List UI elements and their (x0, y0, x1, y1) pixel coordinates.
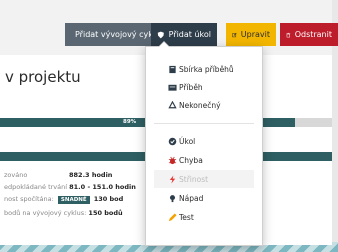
difficulty-badge: SNADNÉ (57, 196, 90, 204)
stat-row: nost spočítána: SNADNÉ 130 bod (4, 195, 123, 204)
menu-item-label: Test (179, 212, 194, 222)
progress-label: 89% (123, 119, 137, 125)
menu-item-label: Příběh (179, 82, 203, 92)
trash-icon (286, 32, 291, 37)
bug-icon (168, 156, 177, 164)
stat-value: 130 bod (93, 195, 124, 203)
stat-label: zováno (4, 171, 28, 179)
stat-label: bodů na vývojový cyklus: (4, 209, 87, 217)
menu-item-bug[interactable]: Chyba (154, 151, 254, 169)
delete-label: Odstranit (294, 30, 332, 39)
shield-check-icon (157, 31, 164, 38)
stat-value: 150 bodů (88, 209, 123, 217)
menu-item-label: Nekonečný (179, 100, 221, 110)
stat-value: 81.0 - 151.0 hodin (69, 183, 136, 191)
page-title: v projektu (5, 68, 81, 86)
pencil-icon (168, 212, 177, 221)
menu-item-label: Nápad (179, 193, 204, 203)
stat-label: edpokládané trvání (4, 183, 68, 191)
menu-item-label: Úkol (179, 136, 196, 146)
menu-item-test[interactable]: Test (154, 208, 254, 226)
edit-label: Upravit (240, 30, 270, 39)
delete-button[interactable]: Odstranit (280, 23, 338, 46)
stat-value: 882.3 hodin (69, 171, 113, 179)
menu-item-infinite[interactable]: Nekonečný (154, 96, 254, 114)
edit-button[interactable]: Upravit (226, 23, 276, 46)
menu-item-story[interactable]: Příběh (154, 78, 254, 96)
menu-item-label: Střinost (179, 174, 209, 184)
check-circle-icon (168, 137, 177, 145)
add-task-dropdown: Sbírka příběhů Příběh Nekonečný Úkol Chy… (145, 41, 263, 246)
menu-item-story-collection[interactable]: Sbírka příběhů (154, 60, 254, 78)
menu-item-task[interactable]: Úkol (154, 132, 254, 150)
edit-icon (232, 32, 237, 37)
lightning-icon (169, 174, 176, 184)
lightbulb-icon (169, 194, 176, 202)
card-icon (168, 84, 177, 91)
menu-divider (154, 123, 254, 124)
menu-item-spike[interactable]: Střinost (154, 170, 254, 188)
menu-item-label: Chyba (179, 155, 203, 165)
stat-label: nost spočítána: (4, 195, 54, 203)
add-task-label: Přidat úkol (168, 30, 211, 39)
add-cycle-button[interactable]: Přidat vývojový cyklus (65, 23, 164, 46)
recycle-icon (168, 100, 177, 108)
book-icon (169, 65, 176, 73)
stat-row: edpokládané trvání 81.0 - 151.0 hodin (4, 183, 136, 191)
menu-item-idea[interactable]: Nápad (154, 189, 254, 207)
stat-row: bodů na vývojový cyklus: 150 bodů (4, 209, 123, 217)
menu-item-label: Sbírka příběhů (179, 64, 234, 74)
stat-row: zováno 882.3 hodin (4, 171, 112, 179)
